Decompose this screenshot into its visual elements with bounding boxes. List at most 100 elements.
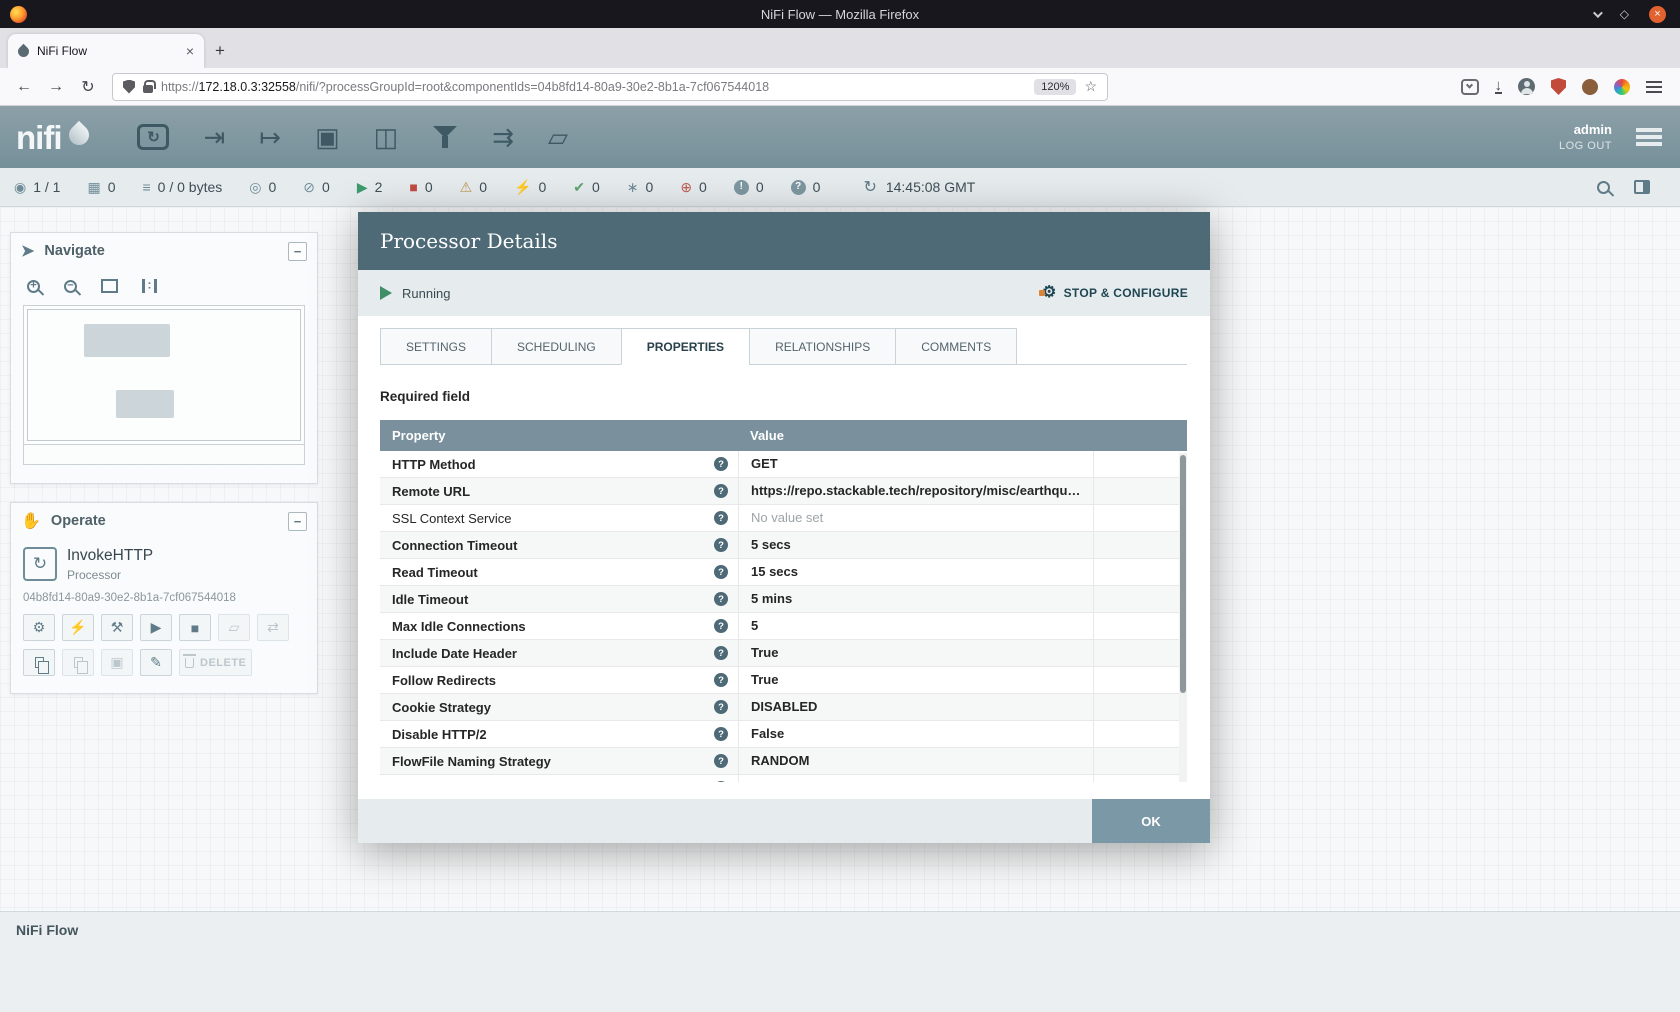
tab-comments[interactable]: COMMENTS [895, 328, 1017, 365]
property-value[interactable]: False [738, 721, 1093, 747]
reload-button[interactable]: ↻ [74, 73, 102, 101]
bookmark-star-icon[interactable]: ☆ [1084, 78, 1097, 95]
new-tab-button[interactable]: + [204, 34, 236, 68]
property-row[interactable]: Read Timeout?15 secs [380, 559, 1187, 586]
help-icon[interactable]: ? [714, 700, 728, 714]
tab-properties[interactable]: PROPERTIES [621, 328, 750, 365]
help-icon[interactable]: ? [714, 484, 728, 498]
property-row[interactable]: Cookie Strategy?DISABLED [380, 694, 1187, 721]
window-maximize-icon[interactable]: ◇ [1620, 7, 1629, 21]
zoom-out-icon[interactable] [64, 280, 77, 293]
property-value[interactable]: GET [738, 451, 1093, 477]
property-value[interactable]: 15 secs [738, 559, 1093, 585]
property-value[interactable]: True [738, 640, 1093, 666]
property-row[interactable]: ? [380, 775, 1187, 782]
copy-button[interactable] [23, 649, 55, 676]
help-icon[interactable]: ? [714, 673, 728, 687]
tab-close-icon[interactable] [186, 43, 194, 59]
nifi-global-menu-icon[interactable] [1636, 128, 1662, 146]
logout-link[interactable]: LOG OUT [1559, 140, 1612, 152]
lock-icon[interactable] [143, 85, 153, 93]
disable-button[interactable]: ⚒ [101, 614, 133, 641]
stop-and-configure-button[interactable]: ⚙ STOP & CONFIGURE [1042, 285, 1188, 301]
processor-component-icon[interactable]: ↻ [137, 124, 169, 150]
extension-ublock-icon[interactable] [1551, 78, 1566, 95]
refresh-group[interactable]: ↻ 14:45:08 GMT [863, 177, 975, 197]
property-row[interactable]: SSL Context Service?No value set [380, 505, 1187, 532]
window-minimize-icon[interactable] [1593, 8, 1603, 18]
table-scrollbar[interactable] [1179, 453, 1187, 782]
sidebar-toggle-icon[interactable] [1634, 180, 1650, 194]
breadcrumb[interactable]: NiFi Flow [16, 922, 78, 938]
paste-button[interactable] [62, 649, 94, 676]
input-port-component-icon[interactable]: ⇥ [203, 124, 225, 150]
property-row[interactable]: FlowFile Naming Strategy?RANDOM [380, 748, 1187, 775]
window-close-icon[interactable] [1649, 6, 1666, 23]
configure-button[interactable]: ⚙ [23, 614, 55, 641]
tracking-shield-icon[interactable] [123, 80, 135, 94]
property-row[interactable]: Max Idle Connections?5 [380, 613, 1187, 640]
tab-scheduling[interactable]: SCHEDULING [491, 328, 622, 365]
help-icon[interactable]: ? [714, 754, 728, 768]
property-row[interactable]: Include Date Header?True [380, 640, 1187, 667]
process-group-component-icon[interactable]: ▣ [315, 124, 340, 150]
extension-pinwheel-icon[interactable] [1614, 79, 1630, 95]
operate-collapse-button[interactable]: − [288, 512, 307, 531]
help-icon[interactable]: ? [714, 592, 728, 606]
help-icon[interactable]: ? [714, 727, 728, 741]
property-value[interactable]: https://repo.stackable.tech/repository/m… [738, 478, 1093, 504]
property-row[interactable]: Connection Timeout?5 secs [380, 532, 1187, 559]
property-value[interactable]: No value set [738, 505, 1093, 531]
help-icon[interactable]: ? [714, 565, 728, 579]
template-button[interactable]: ▱ [218, 614, 250, 641]
group-button[interactable]: ▣ [101, 649, 133, 676]
property-value[interactable]: 5 mins [738, 586, 1093, 612]
pocket-icon[interactable] [1461, 79, 1479, 95]
template-component-icon[interactable]: ⇉ [492, 124, 514, 150]
stop-button[interactable]: ■ [179, 614, 211, 641]
extension-icon[interactable] [1582, 79, 1598, 95]
label-component-icon[interactable]: ▱ [548, 124, 568, 150]
downloads-icon[interactable]: ↓ [1495, 79, 1503, 94]
url-bar[interactable]: https://172.18.0.3:32558/nifi/?processGr… [112, 73, 1108, 101]
ok-button[interactable]: OK [1092, 799, 1210, 843]
property-row[interactable]: Follow Redirects?True [380, 667, 1187, 694]
help-icon[interactable]: ? [714, 781, 728, 782]
remote-process-group-component-icon[interactable]: ◫ [374, 124, 399, 150]
zoom-actual-size-icon[interactable] [142, 279, 157, 293]
help-icon[interactable]: ? [714, 646, 728, 660]
property-value[interactable]: RANDOM [738, 748, 1093, 774]
help-icon[interactable]: ? [714, 511, 728, 525]
birdseye-minimap[interactable] [23, 305, 305, 445]
account-icon[interactable] [1518, 78, 1535, 95]
property-value[interactable]: True [738, 667, 1093, 693]
zoom-fit-icon[interactable] [101, 279, 118, 293]
help-icon[interactable]: ? [714, 619, 728, 633]
property-value[interactable]: 5 secs [738, 532, 1093, 558]
refresh-icon[interactable]: ↻ [863, 177, 876, 197]
browser-tab[interactable]: NiFi Flow [8, 34, 204, 68]
zoom-in-icon[interactable] [27, 280, 40, 293]
help-icon[interactable]: ? [714, 457, 728, 471]
tab-settings[interactable]: SETTINGS [380, 328, 492, 365]
help-icon[interactable]: ? [714, 538, 728, 552]
forward-button[interactable]: → [42, 73, 70, 101]
search-icon[interactable] [1597, 181, 1610, 194]
zoom-level-badge[interactable]: 120% [1034, 79, 1076, 95]
navigate-collapse-button[interactable]: − [288, 242, 307, 261]
tab-relationships[interactable]: RELATIONSHIPS [749, 328, 896, 365]
browser-menu-icon[interactable] [1646, 81, 1662, 93]
change-version-button[interactable]: ⇄ [257, 614, 289, 641]
table-scrollbar-thumb[interactable] [1180, 455, 1186, 693]
funnel-component-icon[interactable] [432, 124, 458, 150]
property-value[interactable]: 5 [738, 613, 1093, 639]
property-row[interactable]: HTTP Method?GET [380, 451, 1187, 478]
property-value[interactable]: DISABLED [738, 694, 1093, 720]
delete-button[interactable]: DELETE [179, 649, 252, 676]
back-button[interactable]: ← [10, 73, 38, 101]
enable-button[interactable]: ⚡ [62, 614, 94, 641]
output-port-component-icon[interactable]: ↦ [259, 124, 281, 150]
start-button[interactable]: ▶ [140, 614, 172, 641]
property-row[interactable]: Idle Timeout?5 mins [380, 586, 1187, 613]
property-row[interactable]: Disable HTTP/2?False [380, 721, 1187, 748]
